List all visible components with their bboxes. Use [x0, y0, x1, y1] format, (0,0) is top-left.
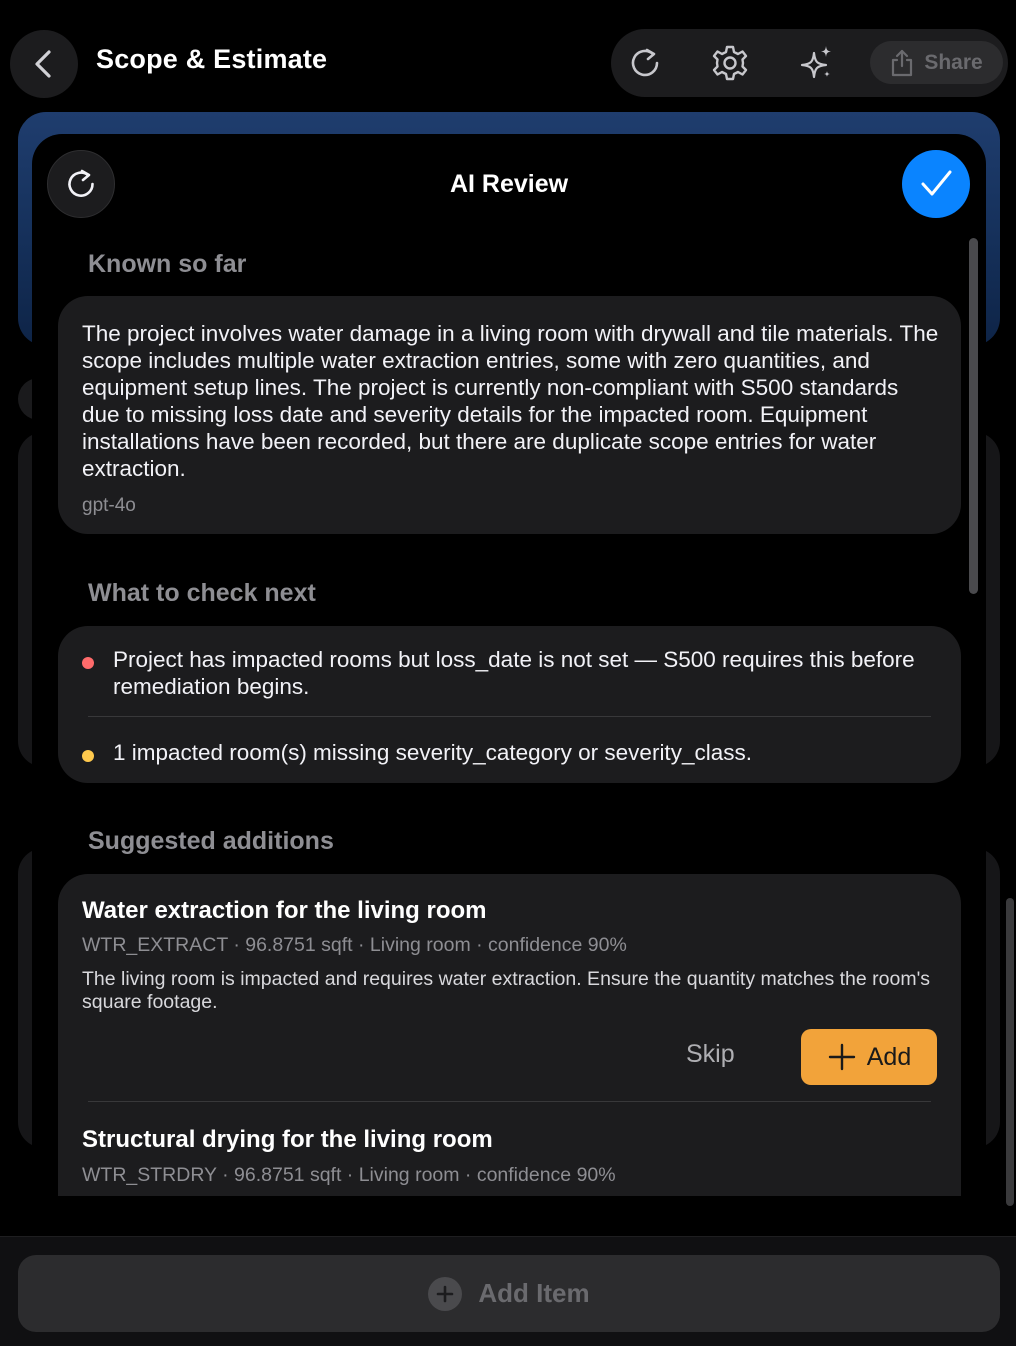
- add-item-label: Add Item: [478, 1278, 590, 1308]
- summary-text: The project involves water damage in a l…: [82, 321, 939, 481]
- chevron-left-icon: [35, 50, 51, 78]
- plus-circle-icon: [428, 1276, 463, 1311]
- share-label: Share: [924, 50, 983, 74]
- status-dot-yellow: [82, 750, 94, 762]
- toolbar: Share: [611, 29, 1008, 97]
- back-button[interactable]: [10, 30, 78, 98]
- suggestion-meta: WTR_EXTRACT · 96.8751 sqft · Living room…: [82, 934, 627, 956]
- sparkles-icon: [800, 46, 831, 79]
- add-suggestion-button[interactable]: Add: [801, 1029, 937, 1085]
- share-icon: [892, 49, 913, 76]
- add-label: Add: [866, 1042, 912, 1071]
- checkmark-icon: [921, 170, 952, 196]
- share-button[interactable]: Share: [870, 41, 1003, 84]
- page-title: Scope & Estimate: [96, 44, 328, 74]
- sheet-title: AI Review: [449, 170, 569, 198]
- divider: [88, 716, 931, 717]
- check-item: 1 impacted room(s) missing severity_cate…: [82, 739, 942, 766]
- suggestion-title: Structural drying for the living room: [82, 1126, 493, 1153]
- skip-button[interactable]: Skip: [686, 1040, 735, 1069]
- check-item-text: Project has impacted rooms but loss_date…: [113, 647, 915, 699]
- check-next-heading: What to check next: [88, 579, 316, 607]
- known-so-far-heading: Known so far: [88, 250, 247, 278]
- check-item: Project has impacted rooms but loss_date…: [82, 646, 942, 700]
- suggested-additions-heading: Suggested additions: [88, 827, 334, 855]
- settings-button[interactable]: [708, 41, 752, 85]
- suggestion-meta: WTR_STRDRY · 96.8751 sqft · Living room …: [82, 1164, 616, 1186]
- done-button[interactable]: [902, 150, 970, 218]
- suggestion-description: The living room is impacted and requires…: [82, 968, 931, 1013]
- divider: [88, 1101, 931, 1102]
- suggestions-card: Water extraction for the living room WTR…: [58, 874, 961, 1196]
- ai-sparkle-button[interactable]: [794, 41, 838, 85]
- checks-card: Project has impacted rooms but loss_date…: [58, 626, 961, 783]
- ai-review-sheet: AI Review Known so far The project invol…: [32, 134, 986, 1196]
- check-item-text: 1 impacted room(s) missing severity_cate…: [113, 740, 752, 765]
- refresh-icon: [631, 48, 659, 77]
- add-item-button[interactable]: Add Item: [18, 1255, 1000, 1332]
- sheet-scrollbar[interactable]: [969, 238, 978, 594]
- model-label: gpt-4o: [82, 495, 136, 516]
- plus-icon: [828, 1043, 855, 1071]
- summary-card: The project involves water damage in a l…: [58, 296, 961, 534]
- gear-icon: [712, 45, 748, 81]
- page-scrollbar[interactable]: [1006, 898, 1014, 1206]
- bottom-bar: Add Item: [0, 1236, 1016, 1346]
- status-dot-red: [82, 657, 94, 669]
- refresh-button[interactable]: [623, 41, 667, 85]
- suggestion-title: Water extraction for the living room: [82, 897, 487, 924]
